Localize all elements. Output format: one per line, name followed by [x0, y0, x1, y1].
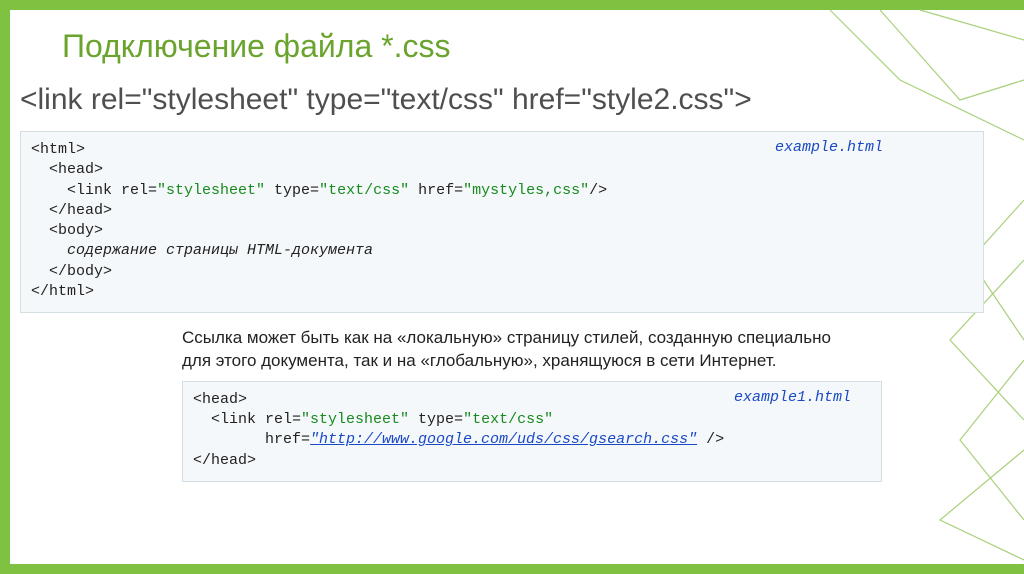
code-label-1: example.html — [775, 138, 883, 158]
explanation-text: Ссылка может быть как на «локальную» стр… — [182, 327, 862, 373]
code-text: <link rel= — [211, 411, 301, 428]
border-bottom — [0, 564, 1024, 574]
code-label-2: example1.html — [734, 388, 851, 408]
code-string: "stylesheet" — [157, 182, 265, 199]
code-string: "text/css" — [319, 182, 409, 199]
code-line: <head> — [31, 160, 973, 180]
code-text: /> — [697, 431, 724, 448]
code-line: <head> — [193, 391, 247, 408]
code-text: href= — [409, 182, 463, 199]
slide: Подключение файла *.css <link rel="style… — [0, 0, 1024, 574]
border-left — [0, 0, 10, 574]
code-text: <link rel= — [67, 182, 157, 199]
code-string: "text/css" — [463, 411, 553, 428]
code-line: href="http://www.google.com/uds/css/gsea… — [193, 430, 871, 450]
code-example-2: example1.html <head> <link rel="styleshe… — [182, 381, 882, 482]
border-top — [0, 0, 1024, 10]
code-example-1: example.html <html> <head> <link rel="st… — [20, 131, 984, 313]
code-text: type= — [265, 182, 319, 199]
code-heading: <link rel="stylesheet" type="text/css" h… — [20, 83, 984, 117]
code-string: "stylesheet" — [301, 411, 409, 428]
code-line: <html> — [31, 141, 85, 158]
code-text: type= — [409, 411, 463, 428]
code-comment: содержание страницы HTML-документа — [31, 241, 973, 261]
slide-title: Подключение файла *.css — [62, 28, 984, 65]
code-line: <body> — [31, 221, 973, 241]
code-text: /> — [589, 182, 607, 199]
code-string: "mystyles,css" — [463, 182, 589, 199]
code-line: <link rel="stylesheet" type="text/css" — [193, 410, 871, 430]
code-url: "http://www.google.com/uds/css/gsearch.c… — [310, 431, 697, 448]
code-line: </head> — [193, 452, 256, 469]
code-line: </html> — [31, 283, 94, 300]
code-line: </body> — [31, 262, 973, 282]
code-line: <link rel="stylesheet" type="text/css" h… — [31, 181, 973, 201]
code-line: </head> — [31, 201, 973, 221]
content-area: Подключение файла *.css <link rel="style… — [62, 28, 984, 482]
code-text: href= — [265, 431, 310, 448]
